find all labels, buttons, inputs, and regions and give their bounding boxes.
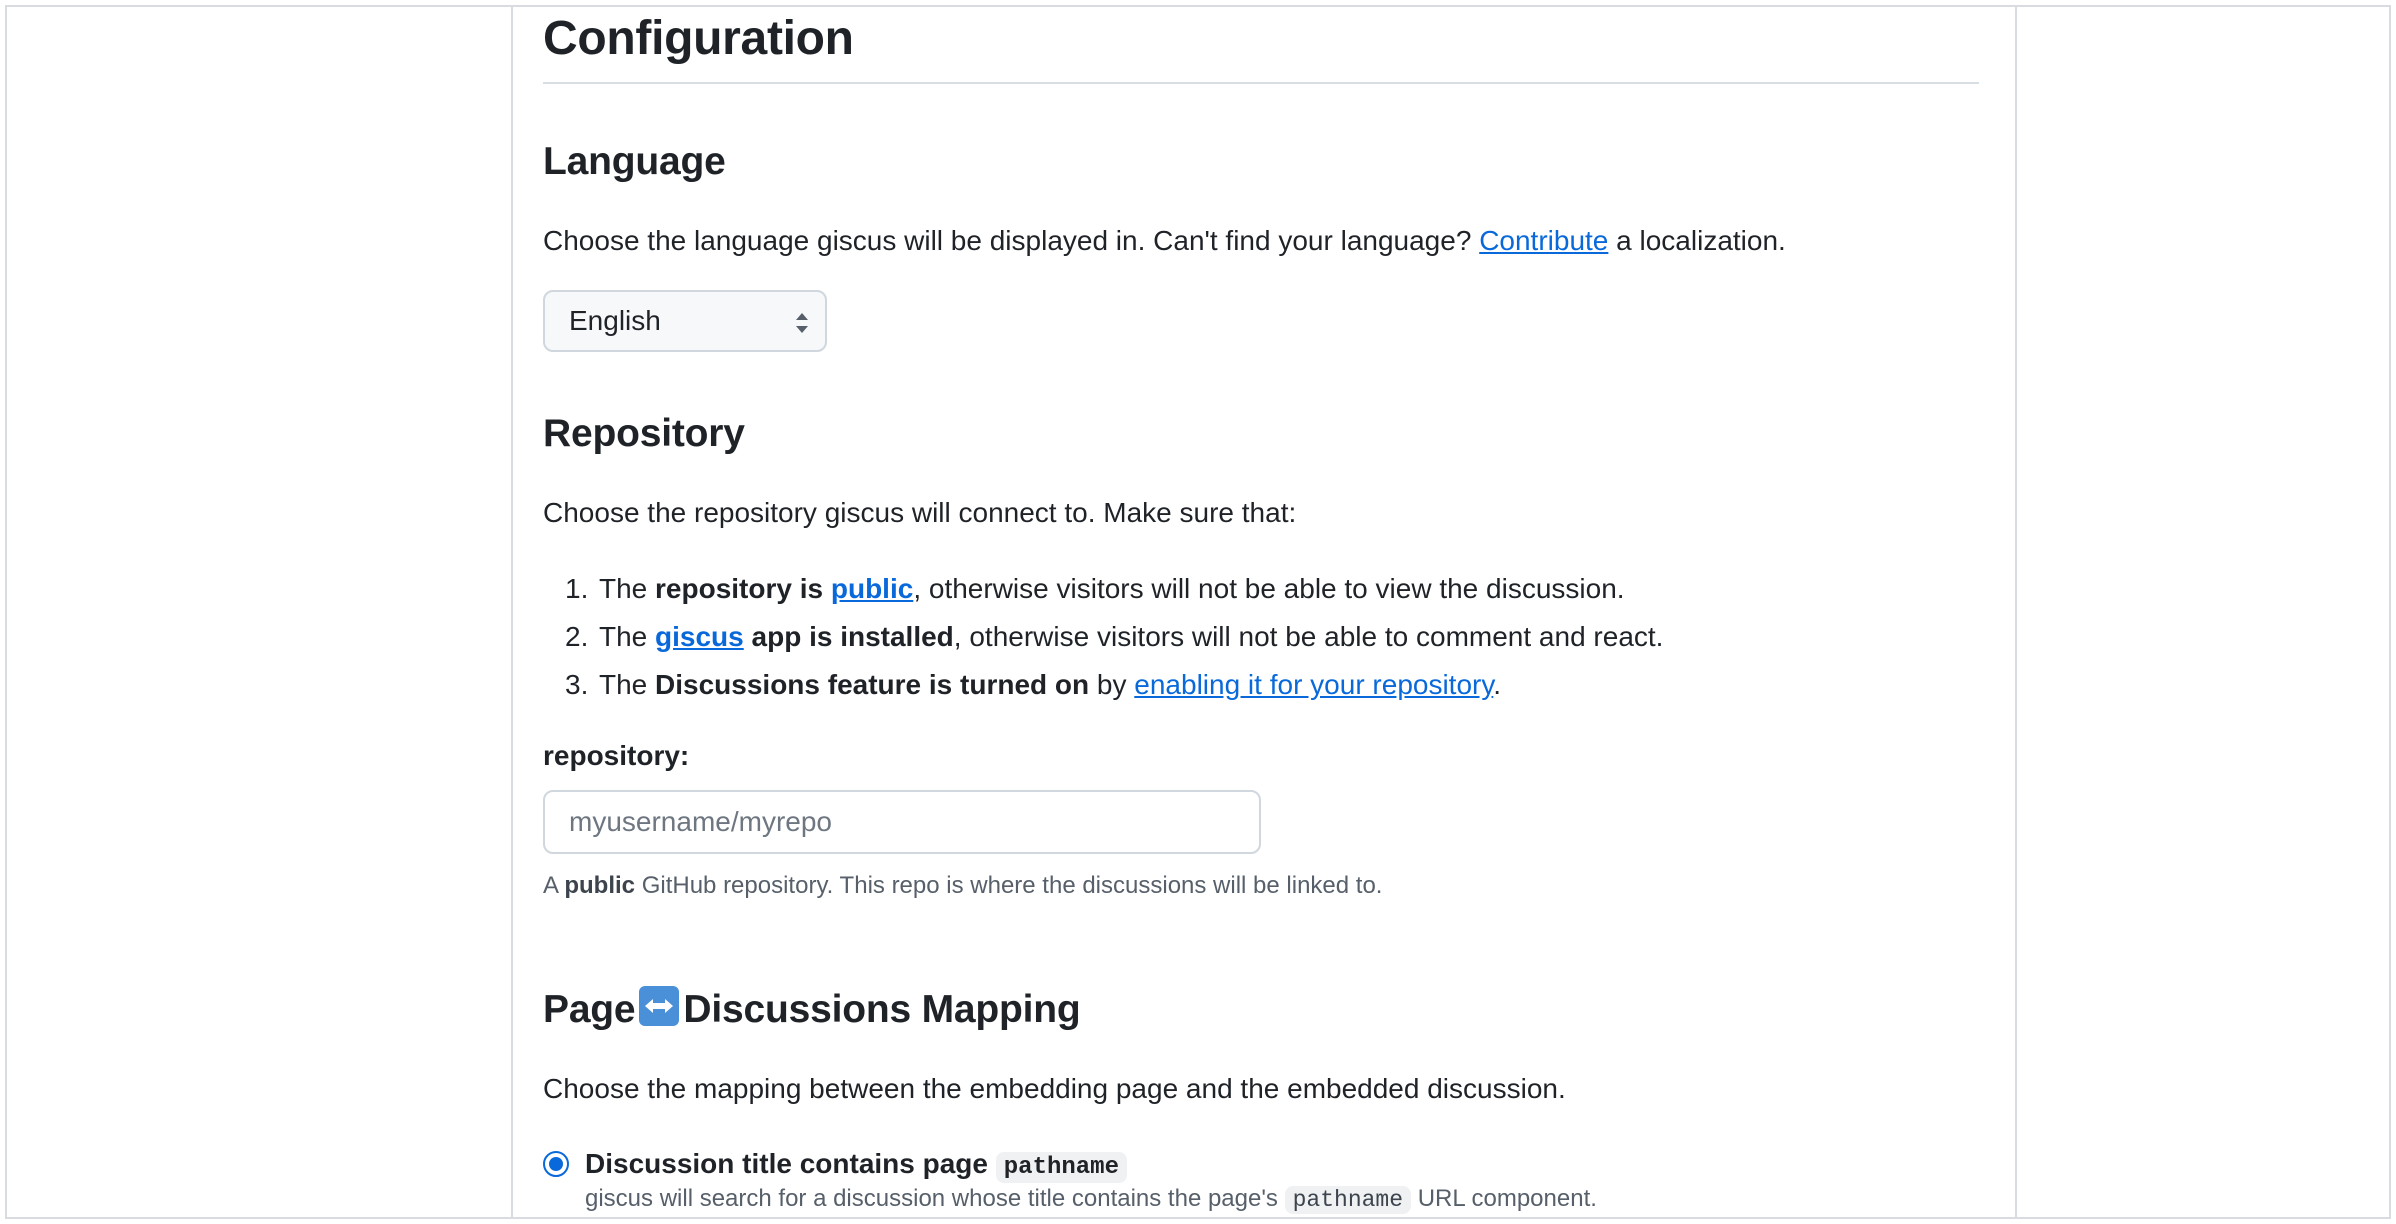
requirement-text: by bbox=[1089, 669, 1135, 700]
pathname-option-description: giscus will search for a discussion whos… bbox=[585, 1182, 1597, 1217]
list-item: 2. The giscus app is installed, otherwise… bbox=[565, 613, 1663, 661]
language-select[interactable]: English bbox=[543, 290, 827, 352]
repository-input[interactable] bbox=[543, 790, 1261, 854]
list-number: 1. bbox=[565, 573, 589, 604]
language-select-value: English bbox=[569, 305, 661, 336]
page-frame: Configuration Language Choose the langua… bbox=[5, 5, 2391, 1219]
requirement-text: , otherwise visitors will not be able to… bbox=[953, 621, 1664, 652]
option-desc-code: pathname bbox=[1284, 1186, 1412, 1214]
requirement-text: The bbox=[599, 669, 656, 700]
repository-hint: A public GitHub repository. This repo is… bbox=[543, 869, 1382, 903]
requirement-text: , otherwise visitors will not be able to… bbox=[913, 573, 1625, 604]
requirement-bold: repository is bbox=[655, 573, 831, 604]
requirement-text: The bbox=[599, 573, 656, 604]
mapping-heading-post: Discussions Mapping bbox=[683, 988, 1081, 1031]
mapping-heading-pre: Page bbox=[543, 988, 636, 1031]
requirement-bold: Discussions feature is turned on bbox=[655, 669, 1090, 700]
hint-bold: public bbox=[564, 872, 636, 899]
hint-text: A bbox=[543, 872, 565, 899]
hint-text: GitHub repository. This repo is where th… bbox=[635, 872, 1383, 899]
list-number: 2. bbox=[565, 621, 589, 652]
option-title-code: pathname bbox=[995, 1152, 1127, 1183]
list-item: 3. The Discussions feature is turned on b… bbox=[565, 661, 1663, 709]
requirement-text: The bbox=[599, 621, 656, 652]
mapping-heading: Page Discussions Mapping bbox=[543, 986, 1081, 1034]
mapping-intro: Choose the mapping between the embedding… bbox=[543, 1073, 1566, 1104]
language-description-text: Choose the language giscus will be displ… bbox=[543, 225, 1480, 256]
option-desc-text: giscus will search for a discussion whos… bbox=[585, 1185, 1285, 1212]
chevron-up-down-icon bbox=[796, 313, 808, 333]
list-number: 3. bbox=[565, 669, 589, 700]
requirement-bold: app is installed bbox=[743, 621, 954, 652]
pathname-radio[interactable] bbox=[543, 1151, 569, 1177]
public-link[interactable]: public bbox=[831, 573, 913, 604]
language-description: Choose the language giscus will be displ… bbox=[543, 221, 1786, 261]
repository-requirements: 1. The repository is public, otherwise vi… bbox=[565, 565, 1663, 709]
left-right-arrow-icon bbox=[639, 986, 680, 1026]
language-description-tail: a localization. bbox=[1608, 225, 1786, 256]
enable-discussions-link[interactable]: enabling it for your repository bbox=[1134, 669, 1493, 700]
requirement-text: . bbox=[1493, 669, 1502, 700]
giscus-app-link[interactable]: giscus bbox=[655, 621, 744, 652]
main-column: Configuration Language Choose the langua… bbox=[511, 7, 2017, 1217]
language-heading: Language bbox=[543, 140, 726, 183]
repository-field-label: repository: bbox=[543, 740, 690, 771]
option-title-text: Discussion title contains page bbox=[585, 1148, 996, 1179]
option-desc-text: URL component. bbox=[1411, 1185, 1597, 1212]
title-divider bbox=[543, 82, 1979, 84]
page-title: Configuration bbox=[543, 12, 854, 65]
list-item: 1. The repository is public, otherwise vi… bbox=[565, 565, 1663, 613]
contribute-link[interactable]: Contribute bbox=[1479, 225, 1608, 256]
repository-intro: Choose the repository giscus will connec… bbox=[543, 497, 1297, 528]
repository-heading: Repository bbox=[543, 412, 745, 455]
